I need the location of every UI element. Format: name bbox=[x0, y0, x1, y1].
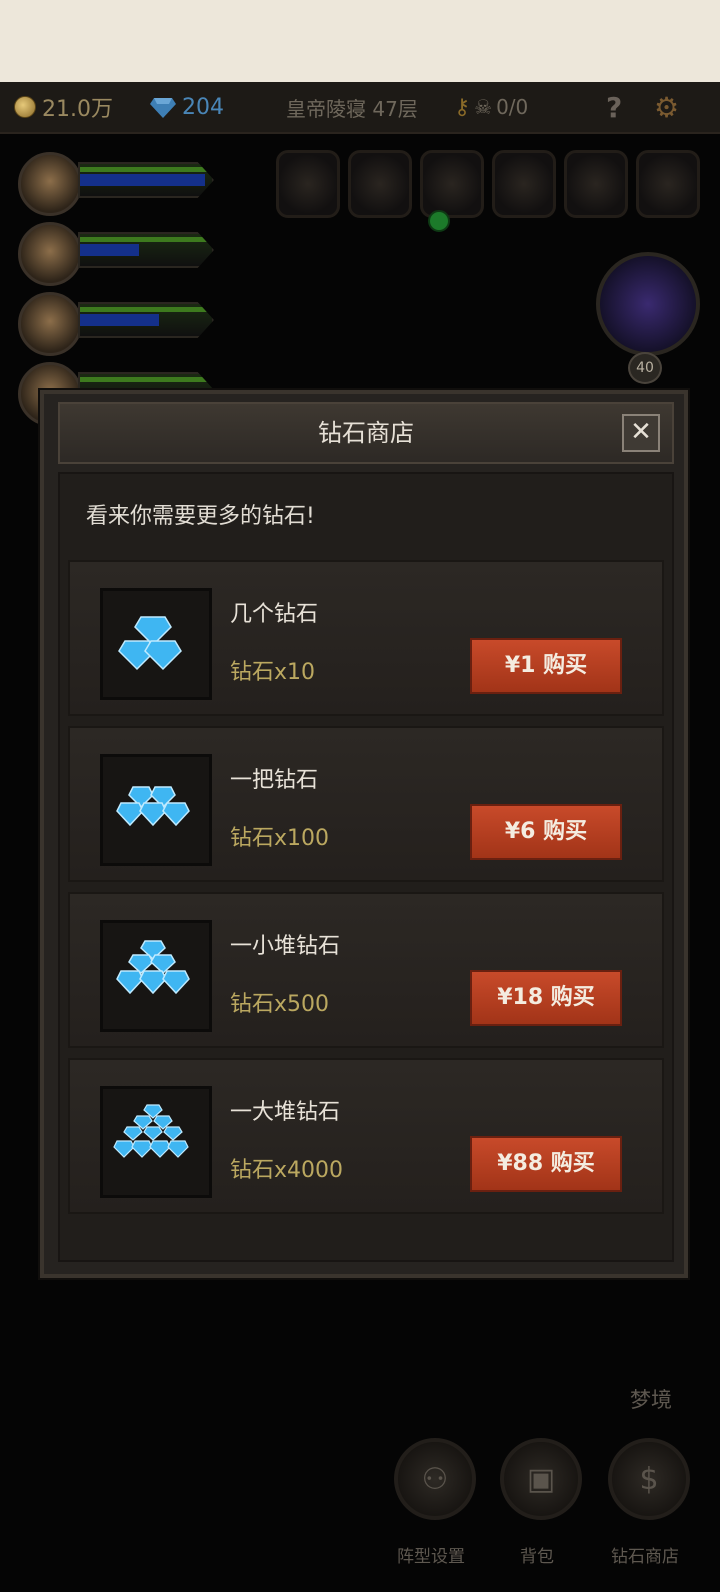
coin-icon bbox=[14, 96, 36, 118]
dollar-icon[interactable]: $ bbox=[608, 1438, 690, 1520]
key-icon: ⚷ bbox=[454, 94, 471, 120]
boss-portrait[interactable] bbox=[596, 252, 700, 356]
buy-button[interactable]: ¥6 购买 bbox=[470, 804, 622, 860]
top-hud: 21.0万 204 皇帝陵寝 47层 ⚷ ☠ 0/0 ? ⚙ bbox=[0, 82, 720, 134]
buy-button[interactable]: ¥18 购买 bbox=[470, 970, 622, 1026]
skull-icon: ☠ bbox=[474, 95, 493, 119]
location-label: 皇帝陵寝 47层 bbox=[286, 82, 418, 132]
kill-count: 0/0 bbox=[496, 95, 529, 119]
nav-label-backpack: 背包 bbox=[520, 1547, 554, 1567]
nav-label-diamond-shop: 钻石商店 bbox=[611, 1547, 679, 1567]
hero-health-bar bbox=[78, 162, 214, 198]
hero-portrait[interactable] bbox=[18, 222, 82, 286]
item-name: 一大堆钻石 bbox=[230, 1100, 341, 1125]
diamond-amount: 204 bbox=[182, 94, 224, 120]
item-slot-feather[interactable] bbox=[420, 150, 484, 218]
buy-button[interactable]: ¥1 购买 bbox=[470, 638, 622, 694]
item-slot-piggy[interactable] bbox=[636, 150, 700, 218]
item-quantity: 钻石x10 bbox=[230, 660, 316, 685]
item-name: 几个钻石 bbox=[230, 602, 319, 627]
hero-portrait[interactable] bbox=[18, 292, 82, 356]
gold-amount: 21.0万 bbox=[42, 97, 113, 122]
diamond-pack-icon bbox=[100, 588, 212, 700]
location-text: 皇帝陵寝 47层 bbox=[286, 96, 418, 121]
dialog-title: 钻石商店 bbox=[318, 419, 414, 447]
shop-item-row: 一大堆钻石 钻石x4000 ¥88 购买 bbox=[68, 1058, 664, 1214]
close-button[interactable]: ✕ bbox=[622, 414, 660, 452]
backpack-icon[interactable]: ▣ bbox=[500, 1438, 582, 1520]
green-badge bbox=[428, 210, 450, 232]
diamond-pack-icon bbox=[100, 754, 212, 866]
shop-item-row: 一小堆钻石 钻石x500 ¥18 购买 bbox=[68, 892, 664, 1048]
hero-health-bar bbox=[78, 302, 214, 338]
kill-counter: ⚷ ☠ 0/0 bbox=[454, 82, 528, 132]
item-quantity: 钻石x500 bbox=[230, 992, 330, 1017]
hero-health-bar bbox=[78, 232, 214, 268]
item-slot-flute[interactable] bbox=[492, 150, 556, 218]
gear-icon[interactable]: ⚙ bbox=[654, 82, 679, 132]
item-quantity: 钻石x4000 bbox=[230, 1158, 344, 1183]
diamond-counter: 204 bbox=[150, 82, 224, 132]
question-mark-icon[interactable]: ? bbox=[606, 82, 622, 132]
dialog-header: 钻石商店 ✕ bbox=[58, 402, 674, 464]
item-name: 一小堆钻石 bbox=[230, 934, 341, 959]
item-slot-bell[interactable] bbox=[564, 150, 628, 218]
diamond-shop-dialog: 钻石商店 ✕ 看来你需要更多的钻石! 几个钻石 钻石x10 ¥1 购买 一把钻石… bbox=[40, 390, 688, 1278]
item-quantity: 钻石x100 bbox=[230, 826, 330, 851]
diamond-icon bbox=[150, 98, 176, 118]
nav-label-formation: 阵型设置 bbox=[397, 1547, 465, 1567]
formation-icon[interactable]: ⚇ bbox=[394, 1438, 476, 1520]
shop-item-row: 几个钻石 钻石x10 ¥1 购买 bbox=[68, 560, 664, 716]
diamond-pack-icon bbox=[100, 920, 212, 1032]
item-name: 一把钻石 bbox=[230, 768, 319, 793]
shop-item-row: 一把钻石 钻石x100 ¥6 购买 bbox=[68, 726, 664, 882]
diamond-pack-icon bbox=[100, 1086, 212, 1198]
gold-counter: 21.0万 bbox=[14, 82, 113, 132]
item-slot-horn[interactable] bbox=[276, 150, 340, 218]
item-slot-umbrella[interactable] bbox=[348, 150, 412, 218]
top-paper-strip bbox=[0, 0, 720, 82]
boss-level-badge: 40 bbox=[628, 352, 662, 384]
dialog-subtitle: 看来你需要更多的钻石! bbox=[86, 504, 315, 529]
hero-portrait[interactable] bbox=[18, 152, 82, 216]
dream-label[interactable]: 梦境 bbox=[630, 1384, 672, 1414]
buy-button[interactable]: ¥88 购买 bbox=[470, 1136, 622, 1192]
